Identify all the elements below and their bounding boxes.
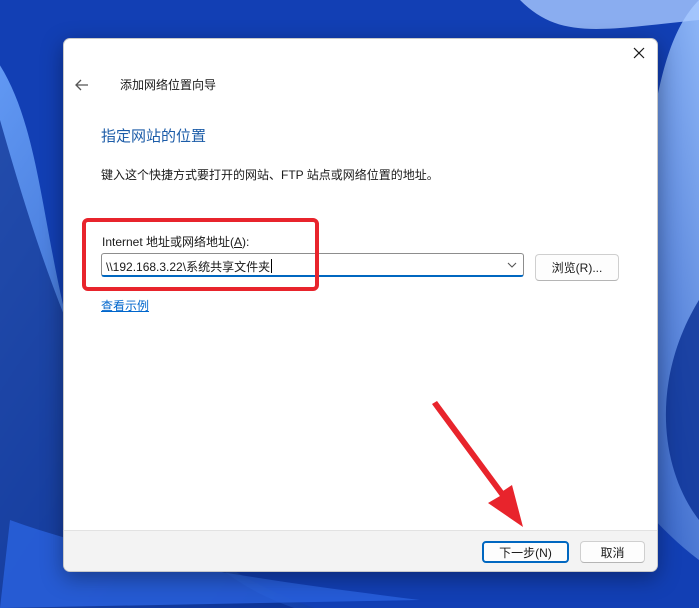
next-button[interactable]: 下一步(N) — [482, 541, 569, 563]
text-caret — [271, 259, 273, 273]
back-arrow-icon — [75, 79, 88, 91]
chevron-down-icon — [507, 262, 517, 268]
close-icon — [633, 47, 645, 59]
cancel-button[interactable]: 取消 — [580, 541, 645, 563]
add-network-location-wizard: 添加网络位置向导 指定网站的位置 键入这个快捷方式要打开的网站、FTP 站点或网… — [63, 38, 658, 572]
view-examples-link[interactable]: 查看示例 — [101, 297, 149, 314]
combo-dropdown-button[interactable] — [505, 258, 519, 272]
address-input[interactable]: \\192.168.3.22\系统共享文件夹 — [106, 258, 273, 275]
description-text: 键入这个快捷方式要打开的网站、FTP 站点或网络位置的地址。 — [101, 168, 439, 182]
page-heading: 指定网站的位置 — [101, 128, 207, 145]
back-button[interactable] — [70, 73, 94, 97]
wizard-title: 添加网络位置向导 — [120, 78, 217, 92]
close-button[interactable] — [621, 39, 657, 67]
browse-button[interactable]: 浏览(R)... — [535, 254, 619, 281]
address-label: Internet 地址或网络地址(A): — [102, 235, 250, 249]
address-combobox[interactable]: \\192.168.3.22\系统共享文件夹 — [101, 253, 524, 277]
wizard-footer: 下一步(N) 取消 — [64, 530, 657, 571]
